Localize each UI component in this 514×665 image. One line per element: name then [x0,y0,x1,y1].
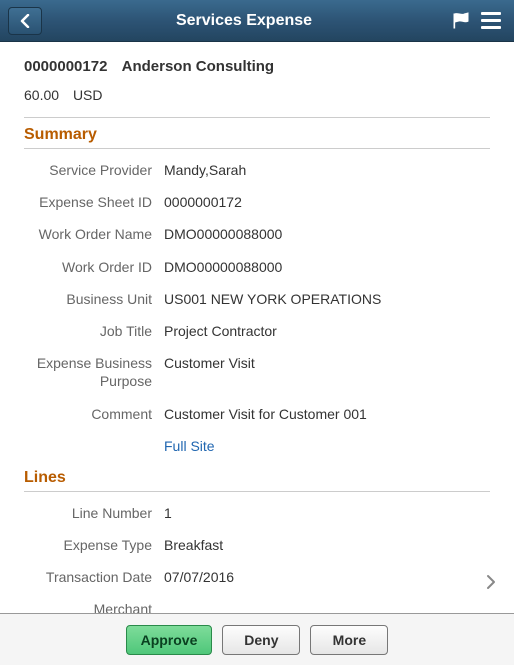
value-expense-business-purpose: Customer Visit [164,354,255,372]
value-comment: Customer Visit for Customer 001 [164,405,367,423]
row-expense-sheet-id: Expense Sheet ID 0000000172 [24,193,490,211]
row-comment: Comment Customer Visit for Customer 001 [24,405,490,423]
row-line-number: Line Number 1 [24,504,490,522]
flag-icon [450,11,472,31]
row-business-unit: Business Unit US001 NEW YORK OPERATIONS [24,290,490,308]
label-merchant: Merchant [24,600,164,613]
deny-button[interactable]: Deny [222,625,300,655]
row-merchant: Merchant [24,600,490,613]
page-title: Services Expense [42,12,446,30]
row-transaction-date: Transaction Date 07/07/2016 [24,568,490,586]
label-line-number: Line Number [24,504,164,522]
value-expense-type: Breakfast [164,536,223,554]
label-expense-business-purpose: Expense Business Purpose [24,354,164,390]
chevron-right-icon [486,574,496,590]
value-work-order-id: DMO00000088000 [164,258,282,276]
label-business-unit: Business Unit [24,290,164,308]
chevron-left-icon [20,14,30,28]
content: 0000000172 Anderson Consulting 60.00 USD… [0,42,514,613]
row-work-order-id: Work Order ID DMO00000088000 [24,258,490,276]
more-button[interactable]: More [310,625,388,655]
approve-button[interactable]: Approve [126,625,213,655]
menu-icon [481,12,501,15]
label-job-title: Job Title [24,322,164,340]
value-transaction-date: 07/07/2016 [164,568,234,586]
value-line-number: 1 [164,504,172,522]
row-expense-type: Expense Type Breakfast [24,536,490,554]
flag-button[interactable] [446,7,476,35]
line-detail-button[interactable] [486,574,496,593]
row-expense-business-purpose: Expense Business Purpose Customer Visit [24,354,490,390]
content-scroll[interactable]: 0000000172 Anderson Consulting 60.00 USD… [0,42,514,613]
label-work-order-id: Work Order ID [24,258,164,276]
label-expense-type: Expense Type [24,536,164,554]
vendor-name: Anderson Consulting [122,58,275,75]
label-expense-sheet-id: Expense Sheet ID [24,193,164,211]
label-transaction-date: Transaction Date [24,568,164,586]
value-expense-sheet-id: 0000000172 [164,193,242,211]
label-work-order-name: Work Order Name [24,225,164,243]
menu-button[interactable] [476,7,506,35]
lines-block: Line Number 1 Expense Type Breakfast Tra… [24,504,490,613]
row-full-site: Full Site [24,437,490,455]
back-button[interactable] [8,7,42,35]
row-work-order-name: Work Order Name DMO00000088000 [24,225,490,243]
action-footer: Approve Deny More [0,613,514,665]
row-job-title: Job Title Project Contractor [24,322,490,340]
label-comment: Comment [24,405,164,423]
app-header: Services Expense [0,0,514,42]
divider [24,117,490,118]
document-currency: USD [73,87,103,103]
row-service-provider: Service Provider Mandy,Sarah [24,161,490,179]
document-id: 0000000172 [24,58,107,75]
label-service-provider: Service Provider [24,161,164,179]
value-service-provider: Mandy,Sarah [164,161,246,179]
full-site-link[interactable]: Full Site [164,437,215,455]
value-job-title: Project Contractor [164,322,277,340]
value-business-unit: US001 NEW YORK OPERATIONS [164,290,381,308]
document-amount: 60.00 [24,87,59,103]
value-work-order-name: DMO00000088000 [164,225,282,243]
document-header: 0000000172 Anderson Consulting 60.00 USD [24,58,490,103]
lines-section-title: Lines [24,469,490,492]
summary-section-title: Summary [24,126,490,149]
